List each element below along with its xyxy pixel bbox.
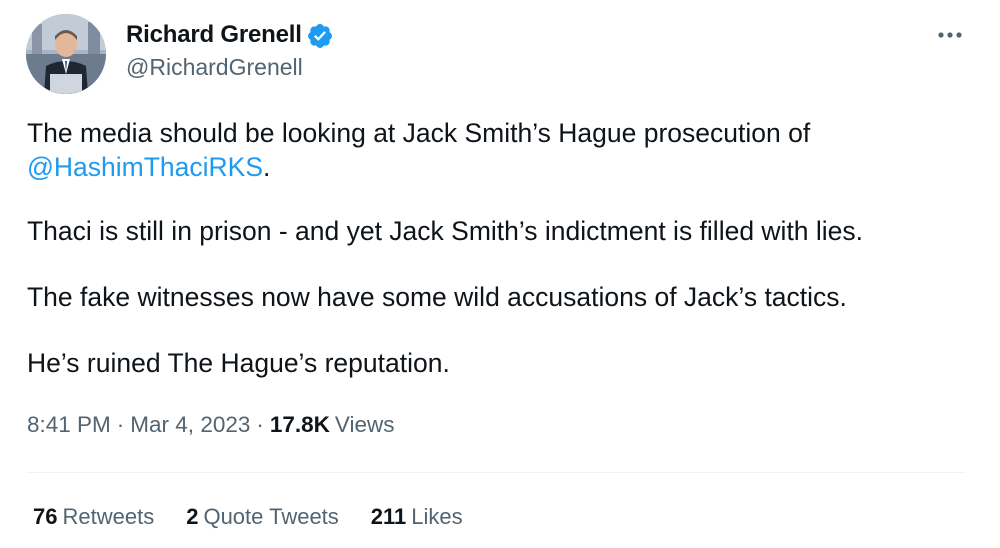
tweet-paragraph: Thaci is still in prison - and yet Jack … <box>27 216 864 246</box>
meta-separator: · <box>116 412 125 437</box>
tweet-date[interactable]: Mar 4, 2023 <box>130 412 250 438</box>
avatar-photo-icon <box>26 14 106 94</box>
tweet-card: Richard Grenell @RichardGrenell The medi… <box>0 0 1000 548</box>
tweet-paragraph-text: The media should be looking at Jack Smit… <box>27 118 811 148</box>
tweet-paragraph-punctuation: . <box>263 152 271 182</box>
likes-count: 211 <box>370 504 407 529</box>
author-display-name[interactable]: Richard Grenell <box>126 21 302 49</box>
quote-tweets-link[interactable]: 2 Quote Tweets <box>186 504 339 530</box>
quote-tweets-count: 2 <box>186 504 199 529</box>
mention-link[interactable]: @HashimThaciRKS <box>27 152 263 182</box>
likes-label: Likes <box>411 504 463 529</box>
author-name-row: Richard Grenell <box>126 20 334 50</box>
tweet-meta: 8:41 PM · Mar 4, 2023 · 17.8K Views <box>27 412 395 438</box>
views-count: 17.8K <box>269 412 330 437</box>
retweets-link[interactable]: 76 Retweets <box>33 504 154 530</box>
verified-badge-icon[interactable] <box>306 22 334 50</box>
meta-separator: · <box>256 412 264 437</box>
quote-tweets-label: Quote Tweets <box>203 504 339 529</box>
tweet-time[interactable]: 8:41 PM <box>27 412 111 438</box>
tweet-text: The media should be looking at Jack Smit… <box>27 116 977 412</box>
tweet-paragraph: The fake witnesses now have some wild ac… <box>27 282 847 312</box>
retweets-label: Retweets <box>62 504 155 529</box>
more-options-button[interactable] <box>930 18 970 52</box>
tweet-paragraph: The media should be looking at Jack Smit… <box>27 116 977 184</box>
divider <box>27 472 965 473</box>
likes-link[interactable]: 211 Likes <box>371 504 463 530</box>
retweets-count: 76 <box>33 504 58 529</box>
views-label: Views <box>334 412 395 437</box>
author-avatar[interactable] <box>26 14 106 94</box>
engagement-stats: 76 Retweets 2 Quote Tweets 211 Likes <box>33 504 495 530</box>
tweet-paragraph: He’s ruined The Hague’s reputation. <box>27 348 450 378</box>
more-horizontal-icon <box>938 32 962 38</box>
author-handle[interactable]: @RichardGrenell <box>126 54 334 81</box>
author-info: Richard Grenell @RichardGrenell <box>126 20 334 81</box>
